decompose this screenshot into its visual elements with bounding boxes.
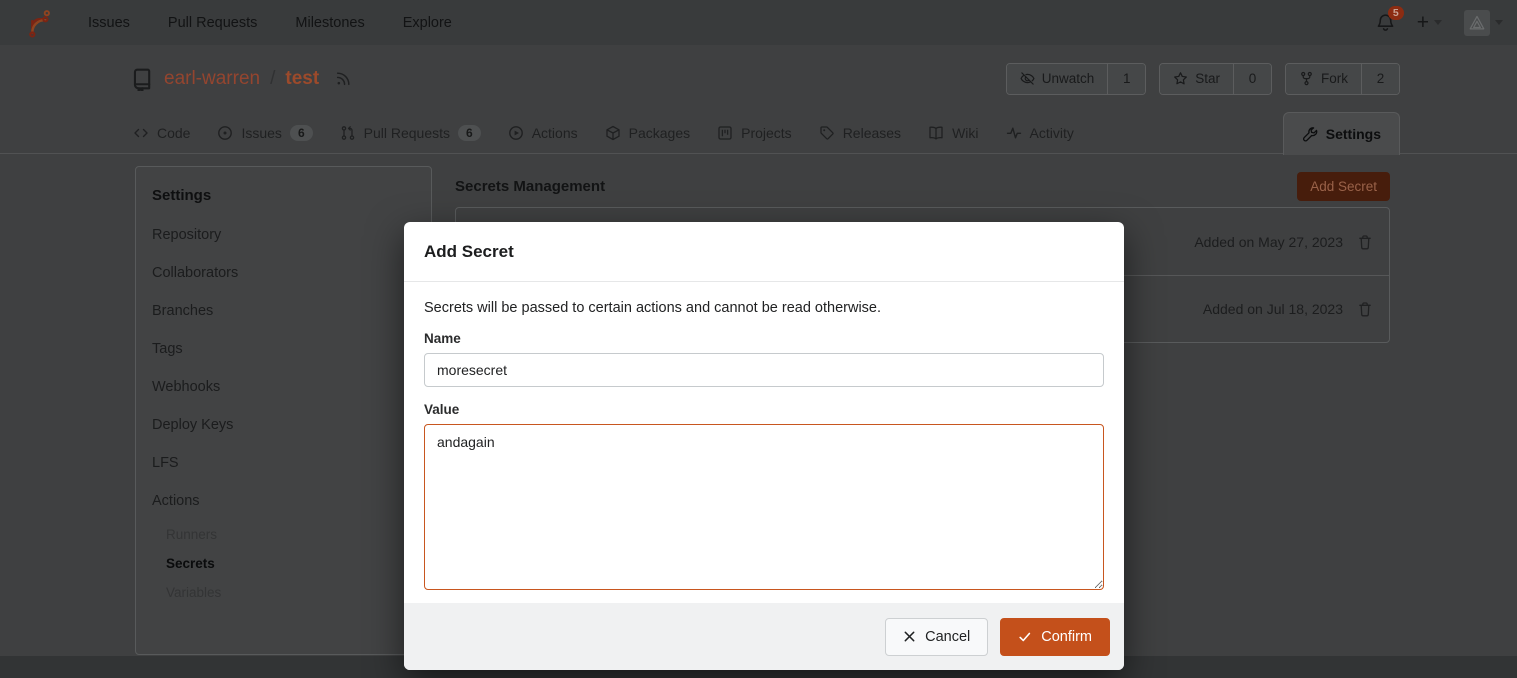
play-circle-icon xyxy=(508,125,524,141)
tab-packages[interactable]: Packages xyxy=(605,112,690,154)
sidebar-item-runners[interactable]: Runners xyxy=(136,520,431,549)
name-field-label: Name xyxy=(424,331,1104,346)
tab-wiki[interactable]: Wiki xyxy=(928,112,978,154)
modal-footer: Cancel Confirm xyxy=(404,603,1124,670)
navbar-right: 5 + xyxy=(1376,10,1503,36)
sidebar-item-branches[interactable]: Branches xyxy=(136,292,431,330)
delete-secret-button[interactable] xyxy=(1357,234,1373,250)
secret-name-input[interactable] xyxy=(424,353,1104,387)
notification-count-badge: 5 xyxy=(1388,6,1404,20)
tab-settings[interactable]: Settings xyxy=(1283,112,1400,155)
sidebar-item-webhooks[interactable]: Webhooks xyxy=(136,368,431,406)
repo-book-icon xyxy=(130,67,154,91)
unwatch-button[interactable]: Unwatch xyxy=(1007,64,1108,94)
repo-name-link[interactable]: test xyxy=(285,68,319,90)
sidebar-item-actions[interactable]: Actions xyxy=(136,482,431,520)
cancel-button[interactable]: Cancel xyxy=(885,618,988,656)
settings-sidebar: Settings Repository Collaborators Branch… xyxy=(135,166,432,655)
watch-button-group: Unwatch 1 xyxy=(1006,63,1147,95)
trash-icon xyxy=(1357,234,1373,250)
value-field-label: Value xyxy=(424,402,1104,417)
add-secret-modal: Add Secret Secrets will be passed to cer… xyxy=(404,222,1124,670)
sidebar-item-lfs[interactable]: LFS xyxy=(136,444,431,482)
nav-milestones-link[interactable]: Milestones xyxy=(295,15,364,31)
nav-issues-link[interactable]: Issues xyxy=(88,15,130,31)
sidebar-item-secrets[interactable]: Secrets xyxy=(136,549,431,578)
modal-header: Add Secret xyxy=(404,222,1124,282)
issues-count-badge: 6 xyxy=(290,125,313,141)
star-button-group: Star 0 xyxy=(1159,63,1272,95)
tab-releases[interactable]: Releases xyxy=(819,112,901,154)
sidebar-title: Settings xyxy=(136,173,431,216)
project-icon xyxy=(717,125,733,141)
fork-icon xyxy=(1299,71,1314,86)
nav-pull-requests-link[interactable]: Pull Requests xyxy=(168,15,257,31)
check-icon xyxy=(1018,630,1032,644)
sidebar-item-repository[interactable]: Repository xyxy=(136,216,431,254)
create-new-button[interactable]: + xyxy=(1417,12,1442,33)
secret-value-textarea[interactable]: andagain xyxy=(424,424,1104,590)
secrets-header: Secrets Management Add Secret xyxy=(455,166,1390,206)
secret-added-date: Added on Jul 18, 2023 xyxy=(1203,301,1343,317)
delete-secret-button[interactable] xyxy=(1357,301,1373,317)
repo-owner-link[interactable]: earl-warren xyxy=(164,68,260,90)
sidebar-item-deploy-keys[interactable]: Deploy Keys xyxy=(136,406,431,444)
trash-icon xyxy=(1357,301,1373,317)
page: Issues Pull Requests Milestones Explore … xyxy=(0,0,1517,678)
tab-actions[interactable]: Actions xyxy=(508,112,578,154)
package-icon xyxy=(605,125,621,141)
watchers-count[interactable]: 1 xyxy=(1107,64,1145,94)
user-menu-button[interactable] xyxy=(1464,10,1503,36)
eye-slash-icon xyxy=(1020,71,1035,86)
forgejo-logo-icon[interactable] xyxy=(22,8,52,38)
stars-count[interactable]: 0 xyxy=(1233,64,1271,94)
caret-down-icon xyxy=(1495,20,1503,25)
plus-icon: + xyxy=(1417,12,1429,33)
modal-description: Secrets will be passed to certain action… xyxy=(424,300,1104,316)
nav-explore-link[interactable]: Explore xyxy=(403,15,452,31)
modal-title: Add Secret xyxy=(424,242,514,262)
pull-requests-count-badge: 6 xyxy=(458,125,481,141)
repo-action-buttons: Unwatch 1 Star 0 xyxy=(1006,63,1400,95)
caret-down-icon xyxy=(1434,20,1442,25)
code-icon xyxy=(133,125,149,141)
tab-issues[interactable]: Issues 6 xyxy=(217,112,312,154)
issue-circle-icon xyxy=(217,125,233,141)
star-button[interactable]: Star xyxy=(1160,64,1233,94)
tab-projects[interactable]: Projects xyxy=(717,112,792,154)
pulse-icon xyxy=(1006,125,1022,141)
modal-body: Secrets will be passed to certain action… xyxy=(404,282,1124,595)
page-title: Secrets Management xyxy=(455,178,605,195)
tag-icon xyxy=(819,125,835,141)
rss-icon[interactable] xyxy=(335,70,352,87)
star-icon xyxy=(1173,71,1188,86)
add-secret-button[interactable]: Add Secret xyxy=(1297,172,1390,201)
repo-tabbar: Code Issues 6 Pull Requests 6 xyxy=(0,112,1517,154)
notifications-button[interactable]: 5 xyxy=(1376,13,1395,32)
wrench-icon xyxy=(1302,126,1318,142)
sidebar-item-tags[interactable]: Tags xyxy=(136,330,431,368)
fork-button-group: Fork 2 xyxy=(1285,63,1400,95)
book-icon xyxy=(928,125,944,141)
fork-button[interactable]: Fork xyxy=(1286,64,1361,94)
forks-count[interactable]: 2 xyxy=(1361,64,1399,94)
tab-activity[interactable]: Activity xyxy=(1006,112,1074,154)
sidebar-item-variables[interactable]: Variables xyxy=(136,578,431,607)
repo-header: earl-warren / test xyxy=(0,45,1517,112)
repo-title: earl-warren / test xyxy=(130,67,352,91)
confirm-button[interactable]: Confirm xyxy=(1000,618,1110,656)
tab-code[interactable]: Code xyxy=(133,112,190,154)
x-icon xyxy=(903,630,916,643)
navbar-links: Issues Pull Requests Milestones Explore xyxy=(88,15,452,31)
avatar xyxy=(1464,10,1490,36)
tab-pull-requests[interactable]: Pull Requests 6 xyxy=(340,112,481,154)
secret-added-date: Added on May 27, 2023 xyxy=(1194,234,1343,250)
sidebar-item-collaborators[interactable]: Collaborators xyxy=(136,254,431,292)
top-navbar: Issues Pull Requests Milestones Explore … xyxy=(0,0,1517,45)
pull-request-icon xyxy=(340,125,356,141)
repo-separator: / xyxy=(270,68,275,90)
